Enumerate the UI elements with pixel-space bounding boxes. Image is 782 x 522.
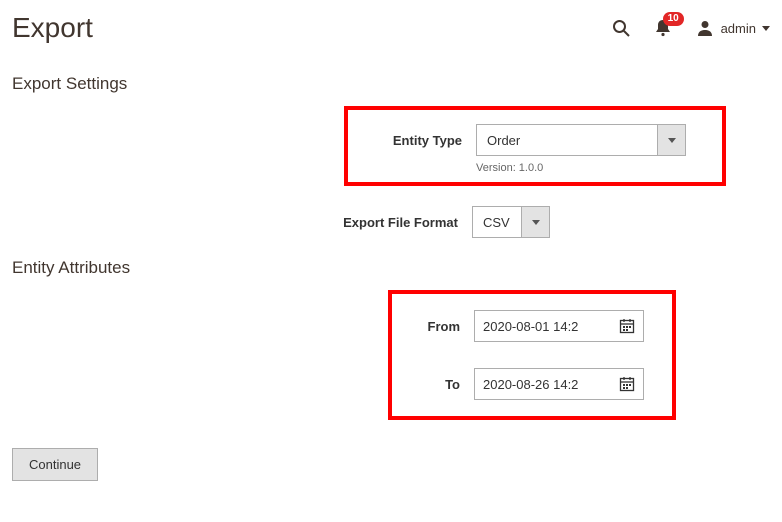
chevron-down-icon	[521, 207, 549, 237]
chevron-down-icon	[657, 125, 685, 155]
entity-type-version: Version: 1.0.0	[476, 162, 704, 174]
continue-button[interactable]: Continue	[12, 448, 98, 481]
calendar-icon[interactable]	[619, 318, 635, 334]
entity-type-label: Entity Type	[366, 133, 462, 148]
from-date-input[interactable]	[474, 310, 644, 342]
search-icon[interactable]	[611, 18, 631, 38]
entity-type-group: Entity Type Order Version: 1.0.0	[344, 106, 726, 186]
header-actions: 10 admin	[611, 18, 770, 38]
notifications-button[interactable]: 10	[653, 18, 673, 38]
date-range-group: From To	[388, 290, 676, 420]
from-date-field[interactable]	[483, 319, 613, 334]
calendar-icon[interactable]	[619, 376, 635, 392]
to-label: To	[410, 377, 460, 392]
caret-down-icon	[762, 26, 770, 31]
file-format-select[interactable]: CSV	[472, 206, 550, 238]
to-date-field[interactable]	[483, 377, 613, 392]
page-title: Export	[12, 12, 93, 44]
file-format-label: Export File Format	[320, 215, 458, 230]
from-label: From	[410, 319, 460, 334]
file-format-value: CSV	[473, 207, 521, 237]
user-menu[interactable]: admin	[695, 18, 770, 38]
user-icon	[695, 18, 715, 38]
notification-count-badge: 10	[663, 12, 684, 26]
user-name-label: admin	[721, 21, 756, 36]
export-settings-heading: Export Settings	[12, 74, 770, 94]
entity-type-value: Order	[477, 125, 657, 155]
entity-type-select[interactable]: Order	[476, 124, 686, 156]
entity-attributes-heading: Entity Attributes	[12, 258, 770, 278]
to-date-input[interactable]	[474, 368, 644, 400]
